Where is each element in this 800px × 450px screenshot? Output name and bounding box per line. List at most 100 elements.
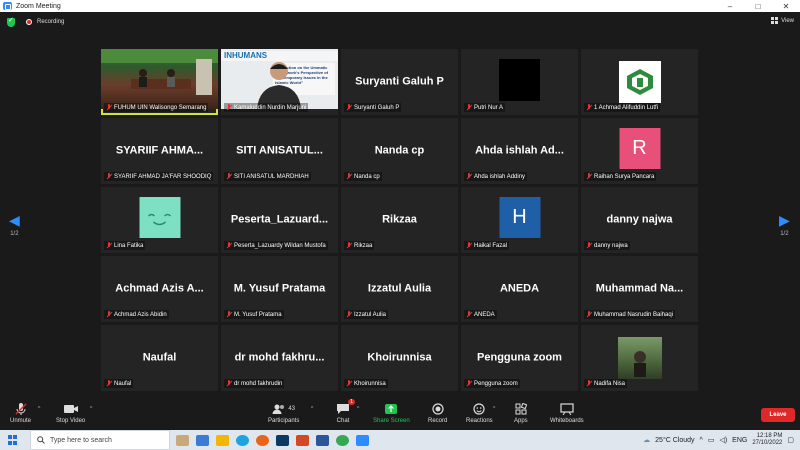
participant-display-name: Pengguna zoom [477,351,562,364]
video-options-caret-icon[interactable]: ^ [90,406,92,412]
participant-tile[interactable]: Suryanti Galuh P Suryanti Galuh P [341,49,458,115]
volume-icon[interactable]: ◁) [719,436,727,444]
windows-start-icon[interactable] [8,435,18,445]
participant-name: dr mohd fakhrudin [234,380,283,387]
participant-name-label: FUHUM UIN Walisongo Semarang [104,103,209,112]
participant-name: Kamaluddin Nurdin Marjuni [234,104,307,111]
page-indicator-left: 1/2 [10,231,19,237]
reactions-caret-icon[interactable]: ^ [493,406,495,412]
participant-tile[interactable]: dr mohd fakhru... dr mohd fakhrudin [221,325,338,391]
previous-page-button[interactable]: ◀ 1/2 [9,212,20,237]
participant-display-name: Khoirunnisa [367,351,432,364]
participant-tile[interactable]: Muhammad Na... Muhammad Nasrudin Baihaqi [581,256,698,322]
participant-tile[interactable]: Lina Fatika [101,187,218,253]
participant-tile[interactable]: Putri Nur A [461,49,578,115]
firefox-icon[interactable] [256,434,269,446]
participant-tile[interactable]: Nadifa Nisa [581,325,698,391]
participant-tile[interactable]: danny najwa danny najwa [581,187,698,253]
share-screen-button[interactable]: Share Screen [373,402,410,424]
participant-tile[interactable]: INHUMANS "Reflection on the Ummatic Fram… [221,49,338,115]
search-highlight-icon[interactable] [176,434,189,446]
participant-display-name: Nanda cp [374,144,425,157]
participant-display-name: Naufal [142,351,177,364]
participant-tile[interactable]: R Raihan Surya Pancara [581,118,698,184]
participant-tile[interactable]: Naufal Naufal [101,325,218,391]
apps-icon [515,402,527,416]
participant-name-label: Muhammad Nasrudin Baihaqi [584,310,676,319]
participant-tile[interactable]: M. Yusuf Pratama M. Yusuf Pratama [221,256,338,322]
participant-tile[interactable]: H Haikal Fazal [461,187,578,253]
stage-video [101,49,218,109]
participant-tile[interactable]: Izzatul Aulia Izzatul Aulia [341,256,458,322]
arrow-left-icon: ◀ [9,212,20,228]
participant-name-label: Raihan Surya Pancara [584,172,657,181]
view-button[interactable]: View [771,17,794,24]
record-button[interactable]: Record [428,402,447,424]
reactions-button[interactable]: Reactions [466,402,493,424]
participant-display-name: Suryanti Galuh P [355,75,444,88]
participant-tile[interactable]: ANEDA ANEDA [461,256,578,322]
participants-button[interactable]: 43 Participants [268,402,299,424]
participants-caret-icon[interactable]: ^ [311,406,313,412]
weather-status[interactable]: 25°C Cloudy [655,437,694,444]
zoom-taskbar-icon[interactable] [356,434,369,446]
windows-taskbar: Type here to search ☁ 25°C Cloudy ^ ▭ ◁)… [0,430,800,450]
powerpoint-icon[interactable] [296,434,309,446]
participant-tile[interactable]: Achmad Azis A... Achmad Azis Abidin [101,256,218,322]
stop-video-button[interactable]: Stop Video [56,402,85,424]
audio-options-caret-icon[interactable]: ^ [38,406,40,412]
participant-tile[interactable]: Khoirunnisa Khoirunnisa [341,325,458,391]
video-off-black [499,59,540,101]
word-icon[interactable] [316,434,329,446]
recording-status[interactable]: Recording [37,19,64,25]
participant-tile[interactable]: FUHUM UIN Walisongo Semarang [101,49,218,115]
participant-name: Izzatul Aulia [354,311,387,318]
participant-tile[interactable]: Peserta_Lazuard... Peserta_Lazuardy Wild… [221,187,338,253]
tray-chevron-up-icon[interactable]: ^ [700,437,703,444]
participant-name: Khoirunnisa [354,380,386,387]
apps-button[interactable]: Apps [514,402,528,424]
participant-name-label: Ahda ishlah Addiny [464,172,528,181]
minimize-button[interactable]: – [716,0,744,12]
participant-name: ANEDA [474,311,495,318]
participant-tile[interactable]: Nanda cp Nanda cp [341,118,458,184]
participant-tile[interactable]: SITI ANISATUL... SITI ANISATUL MARDHIAH [221,118,338,184]
participant-tile[interactable]: 1 Achmad Alifuddin Lutfi [581,49,698,115]
task-view-icon[interactable] [196,434,209,446]
participant-name-label: Pengguna zoom [464,379,520,388]
notification-icon[interactable]: ▢ [787,436,794,444]
edge-browser-icon[interactable] [236,434,249,446]
participant-name: danny najwa [594,242,628,249]
clock-time: 12:18 PM [756,433,783,439]
taskbar-search-box[interactable]: Type here to search [30,430,170,450]
participant-tile[interactable]: SYARIIF AHMA... SYARIIF AHMAD JA'FAR SHO… [101,118,218,184]
store-icon[interactable] [276,434,289,446]
whiteboards-button[interactable]: Whiteboards [550,402,584,424]
leave-button[interactable]: Leave [761,408,795,422]
microphone-muted-icon [106,242,112,249]
security-shield-icon[interactable] [7,16,15,27]
maximize-button[interactable]: □ [744,0,772,12]
microphone-muted-icon [466,380,472,387]
chat-button[interactable]: 1 Chat [336,399,355,424]
participant-name-label: Naufal [104,379,134,388]
microphone-muted-icon [14,402,28,416]
next-page-button[interactable]: ▶ 1/2 [779,212,790,237]
participant-tile[interactable]: Ahda ishlah Ad... Ahda ishlah Addiny [461,118,578,184]
file-explorer-icon[interactable] [216,434,229,446]
chat-caret-icon[interactable]: ^ [357,406,359,412]
language-indicator[interactable]: ENG [732,437,747,444]
meeting-toolbar: Unmute ^ Stop Video ^ 43 Participants ^ … [0,399,800,430]
participant-tile[interactable]: Pengguna zoom Pengguna zoom [461,325,578,391]
chrome-icon[interactable] [336,434,349,446]
unmute-button[interactable]: Unmute [10,402,31,424]
network-icon[interactable]: ▭ [708,436,715,444]
participant-photo [618,337,662,379]
participant-tile[interactable]: Rikzaa Rikzaa [341,187,458,253]
microphone-muted-icon [466,311,472,318]
zoom-logo-icon [3,2,12,10]
close-button[interactable]: ✕ [772,0,800,12]
taskbar-clock[interactable]: 12:18 PM 27/10/2022 [752,433,782,447]
microphone-muted-icon [586,311,592,318]
reactions-smiley-icon [473,402,485,416]
